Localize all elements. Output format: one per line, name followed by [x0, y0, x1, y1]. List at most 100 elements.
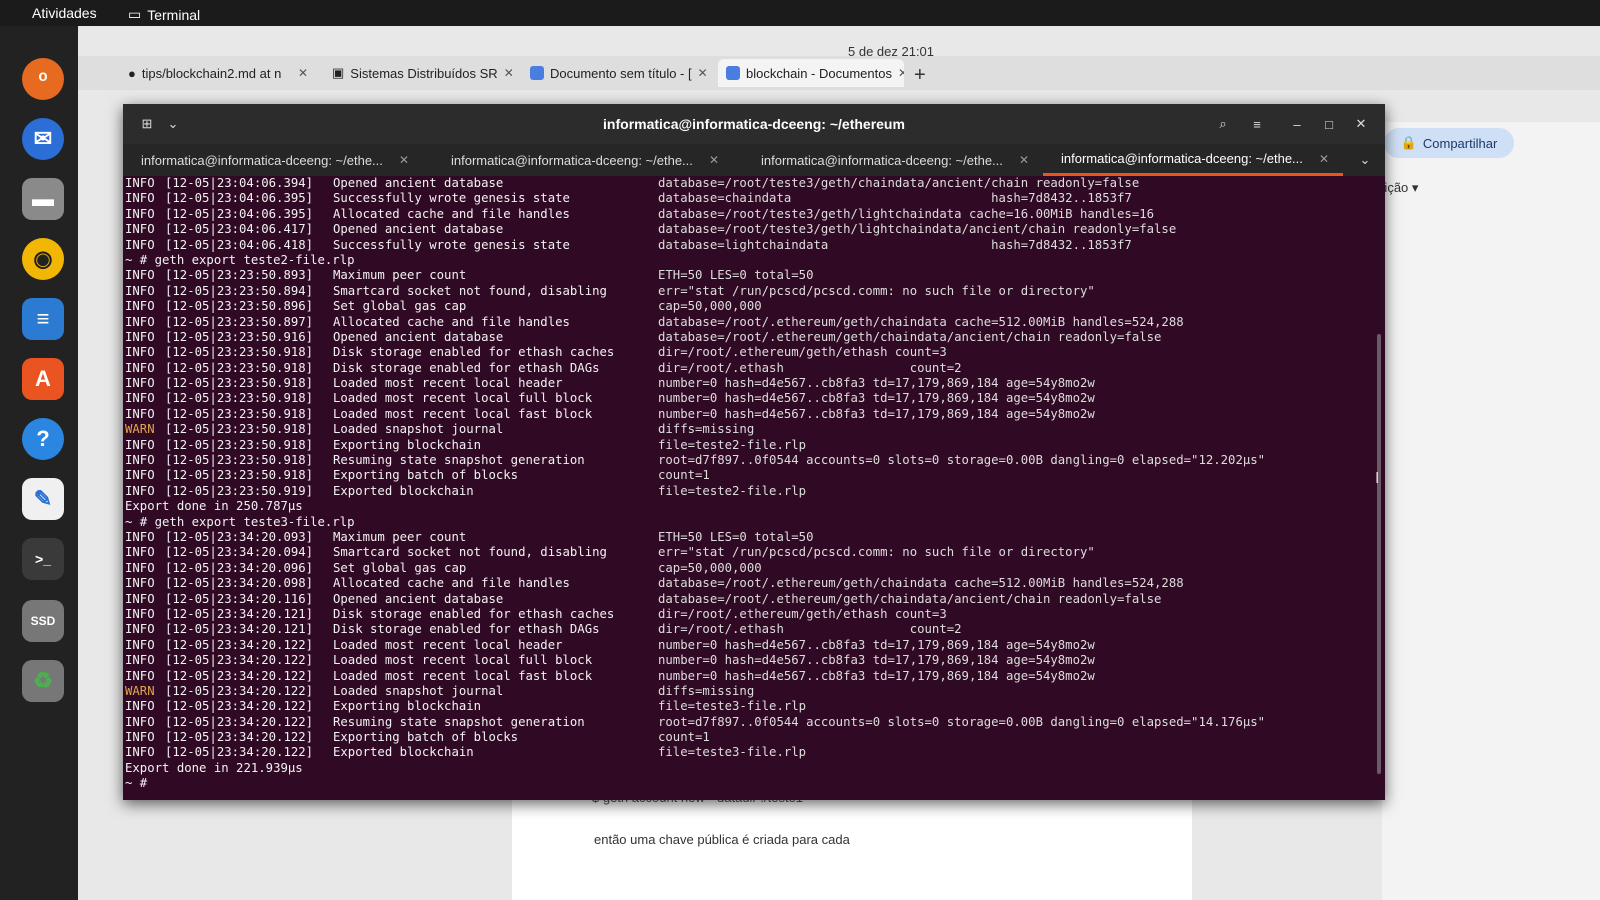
log-message: Maximum peer count	[333, 268, 467, 283]
log-level: INFO	[125, 576, 155, 591]
terminal-scrollbar[interactable]	[1377, 334, 1381, 774]
terminal-line: INFO [12-05|23:34:20.121] Disk storage ena…	[123, 607, 1385, 622]
log-context: database=lightchaindata hash=7d8432..185…	[658, 237, 1132, 252]
browser-tab-documento[interactable]: Documento sem título - [ ✕	[522, 59, 712, 87]
firefox-icon[interactable]: ᵒ	[22, 58, 64, 100]
close-icon[interactable]: ✕	[898, 66, 904, 80]
terminal-tab-active[interactable]: informatica@informatica-dceeng: ~/ethe..…	[1043, 144, 1343, 176]
close-icon[interactable]: ✕	[698, 66, 708, 80]
clock[interactable]: 5 de dez 21:01	[848, 44, 934, 59]
rhythmbox-icon[interactable]: ◉	[22, 238, 64, 280]
terminal-line: WARN [12-05|23:23:50.918] Loaded snapshot …	[123, 422, 1385, 437]
log-level: INFO	[125, 206, 155, 221]
terminal-line: INFO [12-05|23:23:50.916] Opened ancient d…	[123, 330, 1385, 345]
log-message: Exporting batch of blocks	[333, 468, 519, 483]
log-context: cap=50,000,000	[658, 560, 762, 575]
maximize-icon[interactable]: □	[1319, 114, 1339, 134]
terminal-line: INFO [12-05|23:04:06.394] Opened ancient d…	[123, 176, 1385, 191]
log-level: INFO	[125, 176, 155, 190]
terminal-tab[interactable]: informatica@informatica-dceeng: ~/ethe..…	[433, 144, 733, 176]
ssd-drive-icon[interactable]: SSD	[22, 600, 64, 642]
close-icon[interactable]: ✕	[1351, 114, 1371, 134]
close-icon[interactable]: ✕	[399, 153, 409, 167]
search-icon[interactable]: ⌕	[1213, 114, 1233, 134]
log-level: INFO	[125, 668, 155, 683]
hamburger-menu-icon[interactable]: ≡	[1247, 114, 1267, 134]
log-message: Loaded snapshot journal	[333, 422, 504, 437]
terminal-line: Export done in 221.939µs	[123, 761, 1385, 776]
terminal-tab[interactable]: informatica@informatica-dceeng: ~/ethe..…	[743, 144, 1043, 176]
new-tab-button[interactable]: +	[914, 64, 926, 87]
terminal-line: INFO [12-05|23:34:20.122] Resuming state s…	[123, 715, 1385, 730]
thunderbird-icon[interactable]: ✉	[22, 118, 64, 160]
minimize-icon[interactable]: –	[1287, 114, 1307, 134]
log-level: INFO	[125, 637, 155, 652]
top-bar: Atividades ▭ Terminal	[0, 0, 1600, 26]
log-timestamp: [12-05|23:34:20.096]	[165, 560, 314, 575]
close-icon[interactable]: ✕	[1319, 152, 1329, 166]
browser-tab-github[interactable]: ● tips/blockchain2.md at n ✕	[120, 59, 316, 87]
log-context: err="stat /run/pcscd/pcscd.comm: no such…	[658, 283, 1095, 298]
terminal-line: INFO [12-05|23:04:06.395] Allocated cache …	[123, 207, 1385, 222]
shell-text: Export done in 221.939µs	[125, 760, 303, 775]
log-context: file=teste2-file.rlp	[658, 483, 807, 498]
log-message: Loaded most recent local header	[333, 637, 563, 652]
log-context: diffs=missing	[658, 422, 755, 437]
log-timestamp: [12-05|23:34:20.098]	[165, 576, 314, 591]
log-timestamp: [12-05|23:34:20.122]	[165, 714, 314, 729]
share-button[interactable]: 🔒 Compartilhar	[1384, 128, 1514, 158]
log-timestamp: [12-05|23:34:20.121]	[165, 606, 314, 621]
close-icon[interactable]: ✕	[504, 66, 514, 80]
log-context: database=chaindata hash=7d8432..1853f7	[658, 191, 1132, 206]
terminal-line: INFO [12-05|23:23:50.918] Loaded most rece…	[123, 407, 1385, 422]
browser-tab-blockchain[interactable]: blockchain - Documentos ✕	[718, 59, 904, 87]
log-timestamp: [12-05|23:23:50.918]	[165, 360, 314, 375]
close-icon[interactable]: ✕	[709, 153, 719, 167]
terminal-window[interactable]: ⊞ ⌄ informatica@informatica-dceeng: ~/et…	[123, 104, 1385, 800]
terminal-line: INFO [12-05|23:23:50.918] Loaded most rece…	[123, 391, 1385, 406]
log-message: Smartcard socket not found, disabling	[333, 283, 607, 298]
log-timestamp: [12-05|23:23:50.916]	[165, 329, 314, 344]
log-message: Loaded most recent local full block	[333, 653, 593, 668]
terminal-line: INFO [12-05|23:34:20.122] Exporting blockc…	[123, 699, 1385, 714]
terminal-title: informatica@informatica-dceeng: ~/ethere…	[603, 116, 905, 132]
shell-text: ~ # geth export teste2-file.rlp	[125, 252, 355, 267]
app-menu[interactable]: ▭ Terminal	[128, 6, 200, 23]
close-icon[interactable]: ✕	[1019, 153, 1029, 167]
log-message: Loaded snapshot journal	[333, 683, 504, 698]
tab-overflow-chevron-icon[interactable]: ⌄	[1355, 150, 1375, 170]
terminal-tab-bar: informatica@informatica-dceeng: ~/ethe..…	[123, 144, 1385, 176]
log-message: Opened ancient database	[333, 176, 504, 190]
log-timestamp: [12-05|23:23:50.918]	[165, 453, 314, 468]
log-level: INFO	[125, 391, 155, 406]
activities-button[interactable]: Atividades	[32, 5, 97, 21]
files-icon[interactable]: ▬	[22, 178, 64, 220]
log-context: database=/root/teste3/geth/lightchaindat…	[658, 222, 1177, 237]
log-message: Opened ancient database	[333, 329, 504, 344]
terminal-output[interactable]: INFO [12-05|23:04:06.394] Opened ancient d…	[123, 176, 1385, 800]
writer-icon[interactable]: ≡	[22, 298, 64, 340]
text-editor-icon[interactable]: ✎	[22, 478, 64, 520]
app-center-icon[interactable]: A	[22, 358, 64, 400]
terminal-tab[interactable]: informatica@informatica-dceeng: ~/ethe..…	[123, 144, 423, 176]
shell-text: Export done in 250.787µs	[125, 499, 303, 514]
browser-tab-label: Sistemas Distribuídos SR	[350, 65, 498, 81]
log-context: root=d7f897..0f0544 accounts=0 slots=0 s…	[658, 714, 1266, 729]
browser-tab-sistemas[interactable]: ▣ Sistemas Distribuídos SR ✕	[324, 59, 514, 87]
help-icon[interactable]: ?	[22, 418, 64, 460]
terminal-line: INFO [12-05|23:23:50.897] Allocated cache …	[123, 315, 1385, 330]
close-icon[interactable]: ✕	[298, 66, 308, 80]
log-timestamp: [12-05|23:23:50.919]	[165, 483, 314, 498]
trash-icon[interactable]: ♻	[22, 660, 64, 702]
log-context: database=/root/teste3/geth/chaindata/anc…	[658, 176, 1140, 190]
terminal-icon[interactable]: >_	[22, 538, 64, 580]
terminal-line: INFO [12-05|23:34:20.122] Loaded most rece…	[123, 669, 1385, 684]
github-icon: ●	[128, 65, 136, 81]
log-timestamp: [12-05|23:34:20.122]	[165, 653, 314, 668]
terminal-headerbar[interactable]: ⊞ ⌄ informatica@informatica-dceeng: ~/et…	[123, 104, 1385, 144]
mouse-cursor-icon: I	[1375, 470, 1380, 487]
log-timestamp: [12-05|23:34:20.122]	[165, 683, 314, 698]
document-page[interactable]: $ geth account new --datadir ./teste1 en…	[512, 786, 1192, 900]
log-level: INFO	[125, 730, 155, 745]
terminal-line: INFO [12-05|23:34:20.116] Opened ancient d…	[123, 592, 1385, 607]
